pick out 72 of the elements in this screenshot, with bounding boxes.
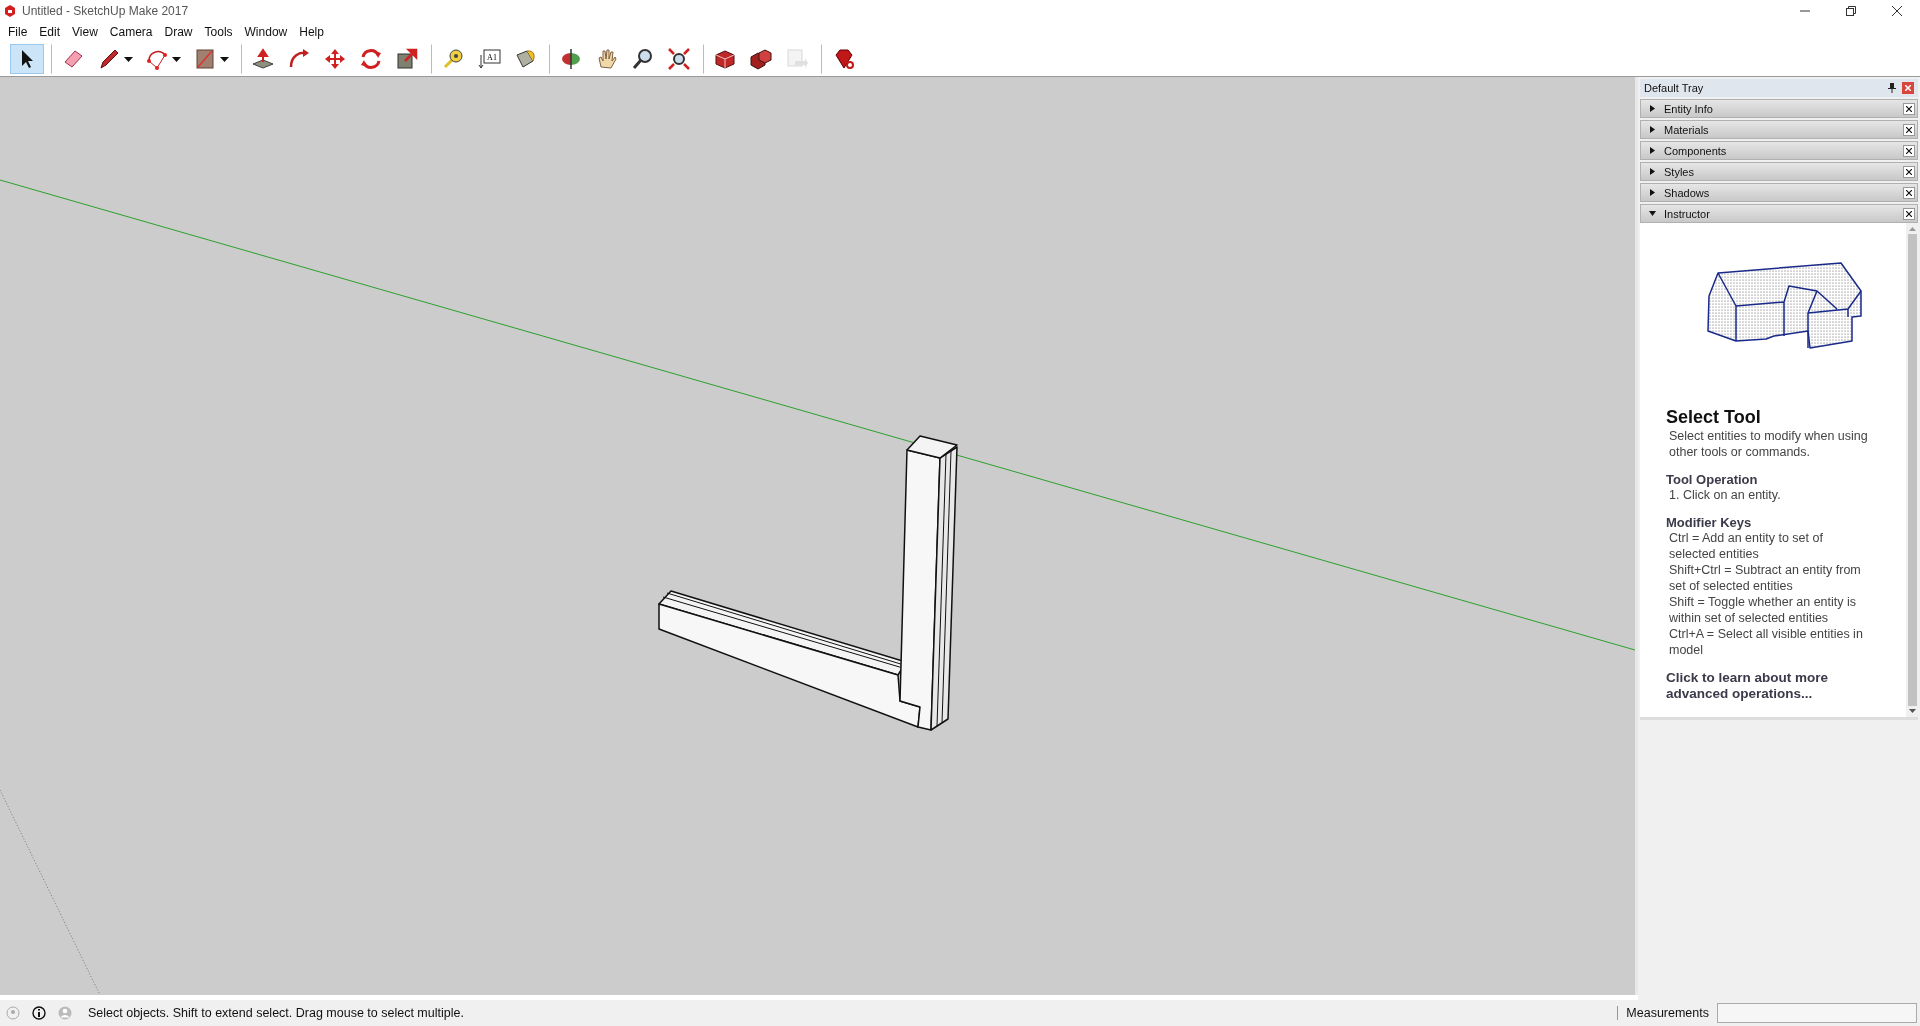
panel-title: Entity Info bbox=[1664, 102, 1714, 115]
close-button[interactable] bbox=[1903, 144, 1915, 157]
boxes-icon bbox=[749, 47, 773, 71]
instruction-text: Shift+Ctrl = Subtract an entity from set of selected entities bbox=[1668, 562, 1862, 594]
tool-heading: Select Tool bbox=[1666, 407, 1762, 428]
tray-panel-header[interactable]: Instructor bbox=[1640, 204, 1918, 223]
panel-title: Instructor bbox=[1664, 207, 1711, 220]
pencil-icon bbox=[97, 47, 121, 71]
rectangle-icon bbox=[193, 47, 217, 71]
tray-panel-header[interactable]: Entity Info bbox=[1640, 99, 1918, 118]
panel-title: Components bbox=[1664, 144, 1728, 157]
instruction-text: Ctrl+A = Select all visible entities in model bbox=[1668, 626, 1864, 658]
menu-item[interactable]: File bbox=[2, 23, 34, 41]
instruction-text: 1. Click on an entity. bbox=[1668, 487, 1782, 503]
close-icon bbox=[1906, 189, 1912, 196]
close-button[interactable] bbox=[1903, 102, 1915, 115]
hand-icon bbox=[595, 47, 619, 71]
pin-icon[interactable] bbox=[1888, 83, 1896, 93]
restore-icon bbox=[1846, 6, 1856, 16]
close-icon bbox=[1906, 126, 1912, 133]
tray-panel-header[interactable]: Materials bbox=[1640, 120, 1918, 139]
close-button[interactable] bbox=[1903, 207, 1915, 220]
tray-title: Default Tray bbox=[1644, 82, 1705, 94]
rotate-icon bbox=[359, 47, 383, 71]
window-title: Untitled - SketchUp Make 2017 bbox=[22, 4, 190, 18]
close-icon bbox=[1905, 85, 1911, 91]
learn-more-link[interactable]: Click to learn about more advanced operations... bbox=[1666, 670, 1866, 702]
caret-icon bbox=[172, 56, 181, 62]
menu-item[interactable]: Edit bbox=[33, 23, 67, 41]
scrollbar[interactable] bbox=[1906, 223, 1918, 717]
close-icon bbox=[1906, 210, 1912, 217]
menu-item[interactable]: Camera bbox=[103, 23, 159, 41]
measurements-field[interactable] bbox=[1717, 1003, 1917, 1023]
tool-button[interactable] bbox=[10, 44, 44, 74]
section-heading: Tool Operation bbox=[1666, 472, 1759, 487]
close-icon bbox=[1906, 105, 1912, 112]
instruction-text: Shift = Toggle whether an entity is within set of selected entities bbox=[1668, 594, 1858, 626]
section-heading: Modifier Keys bbox=[1666, 515, 1753, 530]
scale-icon bbox=[395, 47, 419, 71]
tape-measure-icon bbox=[441, 47, 465, 71]
push-pull-icon bbox=[251, 47, 275, 71]
close-icon bbox=[1906, 147, 1912, 154]
close-button[interactable] bbox=[1903, 186, 1915, 199]
app-logo-icon bbox=[4, 5, 16, 17]
close-icon bbox=[1892, 6, 1902, 16]
menu-item[interactable]: View bbox=[66, 23, 104, 41]
menu-item[interactable]: Help bbox=[293, 23, 330, 41]
menu-item[interactable]: Window bbox=[238, 23, 294, 41]
orbit-icon bbox=[559, 47, 583, 71]
close-icon bbox=[1906, 168, 1912, 175]
tool-description: Select entities to modify when using other tools or commands. bbox=[1668, 428, 1869, 460]
icon-label: A1 bbox=[487, 53, 497, 62]
info-icon[interactable] bbox=[32, 1006, 46, 1020]
panel-title: Materials bbox=[1664, 123, 1710, 136]
status-message: Select objects. Shift to extend select. Drag mouse to select multiple. bbox=[88, 1006, 465, 1020]
tray-panel-header[interactable]: Styles bbox=[1640, 162, 1918, 181]
tray-panel-header[interactable]: Shadows bbox=[1640, 183, 1918, 202]
zoom-extents-icon bbox=[667, 47, 691, 71]
search-icon bbox=[631, 47, 655, 71]
caret-icon bbox=[220, 56, 229, 62]
move-icon bbox=[323, 47, 347, 71]
tray-panel-header[interactable]: Components bbox=[1640, 141, 1918, 160]
close-button[interactable] bbox=[1903, 123, 1915, 136]
caret-icon bbox=[124, 56, 133, 62]
instruction-text: Ctrl = Add an entity to set of selected entities bbox=[1668, 530, 1824, 562]
panel-title: Shadows bbox=[1664, 186, 1711, 199]
close-button[interactable] bbox=[1903, 165, 1915, 178]
menu-item[interactable]: Draw bbox=[158, 23, 199, 41]
tool-button[interactable]: A1 bbox=[472, 44, 506, 74]
scroll-down-icon[interactable] bbox=[1908, 709, 1916, 713]
panel-title: Styles bbox=[1664, 165, 1695, 178]
menu-item[interactable]: Tools bbox=[198, 23, 239, 41]
